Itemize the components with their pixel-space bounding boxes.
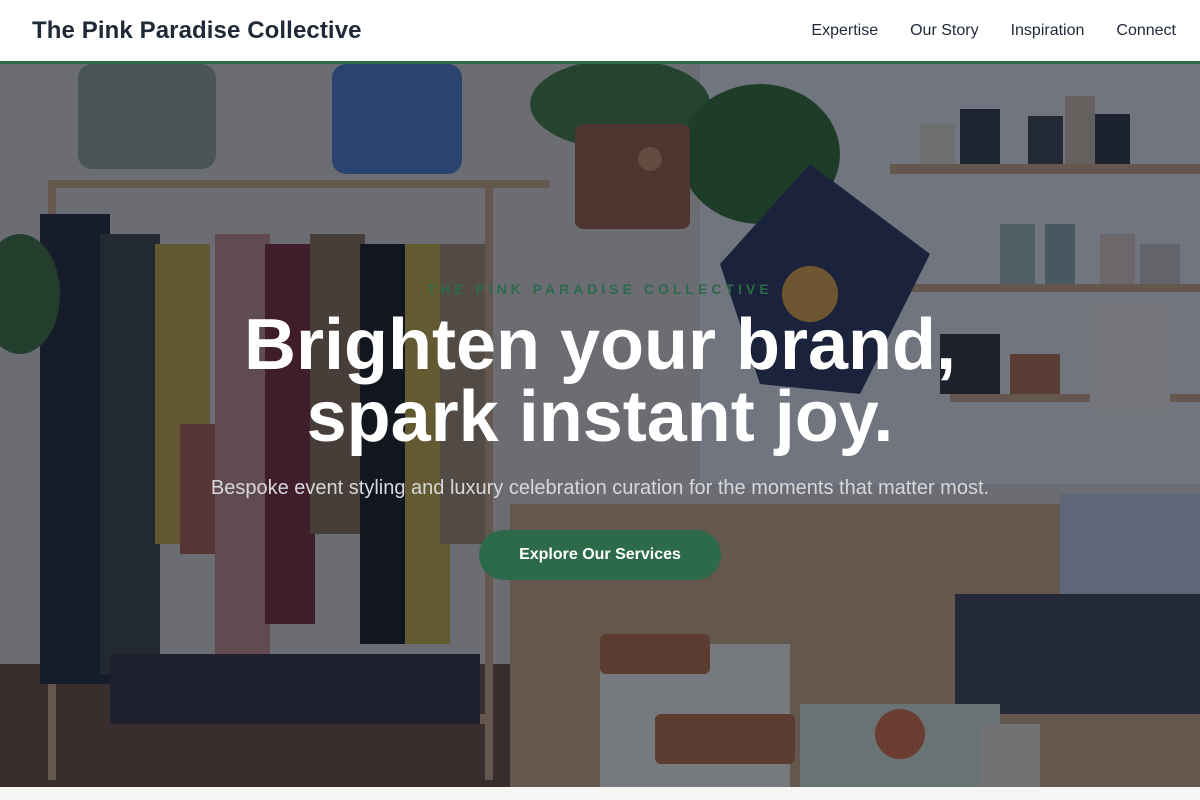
- explore-services-button[interactable]: Explore Our Services: [479, 530, 721, 580]
- nav-link-our-story[interactable]: Our Story: [910, 22, 978, 40]
- hero-section: The Pink Paradise Collective Brighten yo…: [0, 64, 1200, 787]
- next-section-edge: [0, 787, 1200, 800]
- hero-content: The Pink Paradise Collective Brighten yo…: [0, 64, 1200, 787]
- hero-subheadline: Bespoke event styling and luxury celebra…: [210, 477, 990, 499]
- nav-link-expertise[interactable]: Expertise: [811, 22, 878, 40]
- top-navbar: The Pink Paradise Collective Expertise O…: [0, 0, 1200, 64]
- nav-link-inspiration[interactable]: Inspiration: [1011, 22, 1085, 40]
- nav-link-connect[interactable]: Connect: [1116, 22, 1176, 40]
- hero-headline: Brighten your brand, spark instant joy.: [150, 309, 1050, 453]
- site-brand[interactable]: The Pink Paradise Collective: [32, 17, 362, 45]
- main-nav: Expertise Our Story Inspiration Connect: [811, 22, 1176, 40]
- hero-eyebrow: The Pink Paradise Collective: [427, 281, 773, 297]
- hero-headline-line-1: Brighten your brand,: [243, 305, 957, 385]
- hero-headline-line-2: spark instant joy.: [306, 377, 894, 457]
